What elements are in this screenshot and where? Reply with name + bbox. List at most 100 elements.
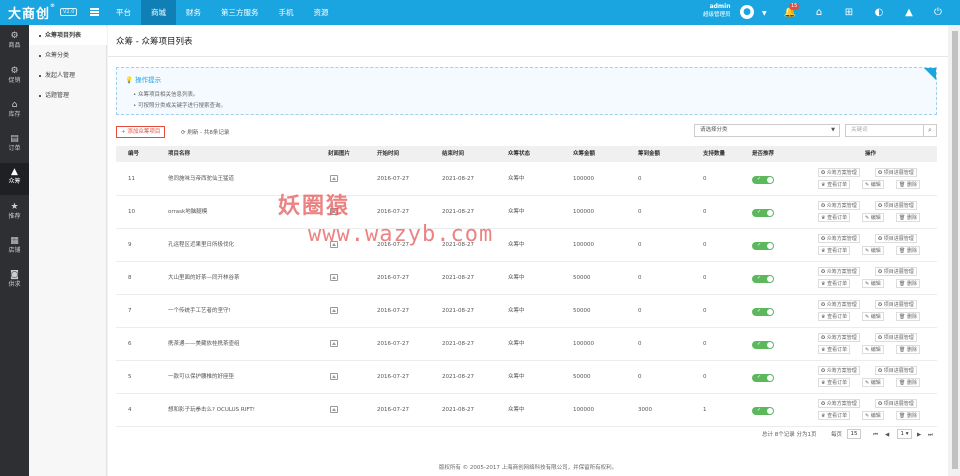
image-icon[interactable] [330,406,338,413]
refresh-button[interactable]: ⟳ 刷新 - 共8条记录 [181,128,229,136]
progress-button[interactable]: ✪ 项目进展管理 [875,366,917,375]
edit-button[interactable]: ✎ 编辑 [862,312,884,321]
nav-finance[interactable]: 财务 [176,0,211,25]
scrollbar[interactable] [950,25,960,476]
logo[interactable]: 大商创® [8,3,56,22]
recommend-toggle[interactable] [752,274,774,283]
delete-button[interactable]: 🗑 删除 [896,246,920,255]
orders-button[interactable]: ♛ 查看订单 [818,279,851,288]
progress-button[interactable]: ✪ 项目进展管理 [875,300,917,309]
edit-button[interactable]: ✎ 编辑 [862,213,884,222]
recommend-toggle[interactable] [752,406,774,415]
delete-button[interactable]: 🗑 删除 [896,213,920,222]
menu-toggle-icon[interactable] [90,8,99,16]
nav-platform[interactable]: 平台 [106,0,141,25]
first-page-button[interactable]: ⏮ [873,430,878,440]
progress-button[interactable]: ✪ 项目进展管理 [875,399,917,408]
delete-button[interactable]: 🗑 删除 [896,411,920,420]
orders-button[interactable]: ♛ 查看订单 [818,246,851,255]
palette-icon[interactable]: ◐ [866,0,892,25]
category-select[interactable]: 请选择分类 ▼ [694,124,840,137]
home-icon[interactable]: ⌂ [806,0,832,25]
subnav-initiators[interactable]: 发起人管理 [29,67,107,85]
progress-button[interactable]: ✪ 项目进展管理 [875,267,917,276]
cell-name[interactable]: orrask地脑腿模 [168,196,207,229]
page-select[interactable]: 1 ▾ [897,429,912,439]
alert-icon[interactable]: ▲ [896,0,922,25]
recommend-toggle[interactable] [752,175,774,184]
keyword-input[interactable]: 关键词 ⌕ [845,124,937,137]
plan-button[interactable]: ✪ 众筹方案管理 [818,300,860,309]
cell-name[interactable]: 携茶通——美藏依桂携茶壶组 [168,328,240,361]
nav-resources[interactable]: 资源 [304,0,339,25]
avatar[interactable]: ● [740,5,754,19]
progress-button[interactable]: ✪ 项目进展管理 [875,234,917,243]
cell-name[interactable]: 他同施味马帝西驼仙王猛道 [168,163,234,196]
progress-button[interactable]: ✪ 项目进展管理 [875,201,917,210]
search-icon[interactable]: ⌕ [923,124,936,137]
recommend-toggle[interactable] [752,208,774,217]
orders-button[interactable]: ♛ 查看订单 [818,411,851,420]
delete-button[interactable]: 🗑 删除 [896,378,920,387]
plan-button[interactable]: ✪ 众筹方案管理 [818,333,860,342]
prev-page-button[interactable]: ◀ [885,430,889,440]
nav-mobile[interactable]: 手机 [269,0,304,25]
cell-name[interactable]: 想和影子玩拳击么? OCULUS RIFT! [168,394,255,427]
orders-button[interactable]: ♛ 查看订单 [818,312,851,321]
chevron-down-icon[interactable]: ▼ [762,10,767,17]
progress-button[interactable]: ✪ 项目进展管理 [875,168,917,177]
cell-name[interactable]: 孔运程区近果里日所极伐化 [168,229,234,262]
delete-button[interactable]: 🗑 删除 [896,345,920,354]
next-page-button[interactable]: ▶ [917,430,921,440]
subnav-category[interactable]: 众筹分类 [29,47,107,65]
cell-name[interactable]: 大山里面的好茶—同开林谷茶 [168,262,240,295]
add-project-button[interactable]: + 添加众筹项目 [116,126,166,138]
sidebar-item-crowdfunding[interactable]: ▲ 众筹 [0,163,29,195]
user-info[interactable]: admin 超级管理员 [703,3,731,19]
edit-button[interactable]: ✎ 编辑 [862,345,884,354]
delete-button[interactable]: 🗑 删除 [896,312,920,321]
power-icon[interactable]: ⏻ [925,0,951,25]
sidebar-item-supply[interactable]: ◙ 供求 [0,266,29,298]
last-page-button[interactable]: ⏭ [928,430,933,440]
plan-button[interactable]: ✪ 众筹方案管理 [818,201,860,210]
sidebar-item-recommend[interactable]: ★ 推荐 [0,198,29,230]
subnav-topics[interactable]: 话题管理 [29,87,107,105]
image-icon[interactable] [330,340,338,347]
sidebar-item-promotion[interactable]: ⚙ 促销 [0,62,29,94]
nav-third-party[interactable]: 第三方服务 [211,0,269,25]
plan-button[interactable]: ✪ 众筹方案管理 [818,267,860,276]
cell-name[interactable]: 一款可以保护腰椎的好座垫 [168,361,234,394]
scrollbar-thumb[interactable] [952,31,958,469]
sidebar-item-stock[interactable]: ⌂ 库存 [0,96,29,128]
sidebar-item-orders[interactable]: ▤ 订单 [0,130,29,162]
plan-button[interactable]: ✪ 众筹方案管理 [818,399,860,408]
recommend-toggle[interactable] [752,307,774,316]
collapse-corner-icon[interactable] [924,68,936,80]
nav-mall[interactable]: 商城 [141,0,176,25]
sitemap-icon[interactable]: ⊞ [836,0,862,25]
delete-button[interactable]: 🗑 删除 [896,180,920,189]
edit-button[interactable]: ✎ 编辑 [862,246,884,255]
image-icon[interactable] [330,175,338,182]
edit-button[interactable]: ✎ 编辑 [862,279,884,288]
orders-button[interactable]: ♛ 查看订单 [818,345,851,354]
image-icon[interactable] [330,373,338,380]
plan-button[interactable]: ✪ 众筹方案管理 [818,366,860,375]
image-icon[interactable] [330,274,338,281]
progress-button[interactable]: ✪ 项目进展管理 [875,333,917,342]
recommend-toggle[interactable] [752,241,774,250]
subnav-project-list[interactable]: 众筹项目列表 [29,27,107,45]
image-icon[interactable] [330,307,338,314]
recommend-toggle[interactable] [752,373,774,382]
orders-button[interactable]: ♛ 查看订单 [818,378,851,387]
per-page-input[interactable]: 15 [847,429,861,439]
orders-button[interactable]: ♛ 查看订单 [818,180,851,189]
edit-button[interactable]: ✎ 编辑 [862,378,884,387]
delete-button[interactable]: 🗑 删除 [896,279,920,288]
sidebar-item-goods[interactable]: ⚙ 商品 [0,27,29,59]
plan-button[interactable]: ✪ 众筹方案管理 [818,168,860,177]
plan-button[interactable]: ✪ 众筹方案管理 [818,234,860,243]
edit-button[interactable]: ✎ 编辑 [862,180,884,189]
edit-button[interactable]: ✎ 编辑 [862,411,884,420]
